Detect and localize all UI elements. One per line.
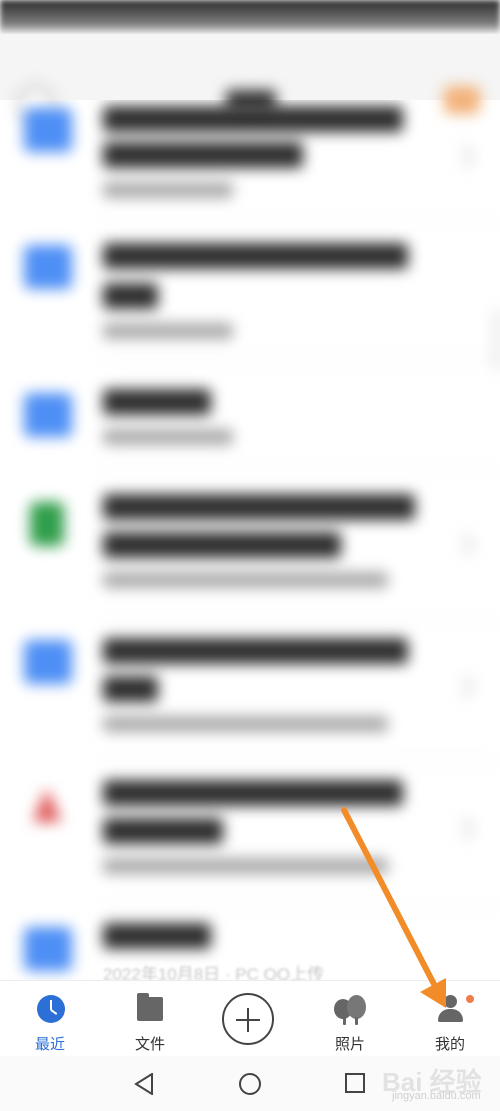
list-item[interactable]	[0, 628, 500, 758]
file-title-line	[103, 142, 303, 168]
divider	[100, 358, 500, 359]
file-title-line	[103, 494, 415, 520]
nav-recent[interactable]: 最近	[0, 981, 100, 1057]
list-item[interactable]	[0, 235, 500, 360]
pdf-icon	[32, 788, 62, 822]
file-meta-text: 2022年10月8日 · PC QQ上传	[103, 965, 325, 980]
status-bar	[0, 0, 500, 34]
chevron-right-icon	[451, 144, 476, 169]
folder-icon	[24, 108, 72, 152]
file-title-line	[103, 389, 211, 415]
nav-label: 照片	[334, 1035, 365, 1053]
file-meta	[103, 572, 388, 588]
divider	[100, 220, 500, 221]
file-title-line	[103, 283, 158, 309]
file-meta	[103, 716, 388, 732]
notification-badge	[466, 995, 474, 1003]
nav-label: 文件	[134, 1035, 165, 1053]
folder-icon	[137, 993, 163, 1021]
divider	[100, 468, 500, 469]
list-item[interactable]	[0, 375, 500, 475]
file-meta	[103, 182, 233, 198]
chevron-right-icon	[451, 816, 476, 841]
folder-icon	[24, 927, 72, 971]
file-meta	[103, 858, 388, 874]
divider	[100, 760, 500, 761]
add-button[interactable]	[222, 993, 274, 1045]
back-icon[interactable]	[134, 1073, 154, 1095]
file-title-line	[103, 780, 403, 806]
scroll-indicator	[494, 310, 500, 370]
file-title-line	[103, 676, 158, 702]
title-bar	[0, 34, 500, 124]
file-title-line	[103, 818, 223, 844]
spreadsheet-icon	[30, 502, 64, 546]
file-title-line	[103, 243, 408, 269]
recents-icon[interactable]	[345, 1073, 365, 1093]
folder-icon	[24, 640, 72, 684]
nav-label: 最近	[34, 1035, 65, 1053]
watermark-url: jingyan.baidu.com	[392, 1090, 481, 1102]
nav-label: 我的	[434, 1035, 465, 1053]
list-item[interactable]	[0, 100, 500, 230]
person-icon	[436, 995, 464, 1023]
clock-icon	[37, 995, 65, 1023]
nav-mine[interactable]: 我的	[400, 981, 500, 1057]
file-title-line	[103, 923, 211, 949]
file-meta	[103, 429, 233, 445]
folder-icon	[24, 245, 72, 289]
file-title-line	[103, 532, 341, 558]
watermark: Bai 经验 jingyan.baidu.com	[380, 1060, 500, 1106]
chevron-right-icon	[451, 532, 476, 557]
nav-files[interactable]: 文件	[100, 981, 200, 1057]
folder-icon	[24, 393, 72, 437]
file-meta	[103, 323, 233, 339]
chevron-right-icon	[451, 674, 476, 699]
divider	[100, 620, 500, 621]
nav-photos[interactable]: 照片	[300, 981, 400, 1057]
file-list: 2022年10月8日 · PC QQ上传	[0, 100, 500, 980]
file-title-line	[103, 638, 408, 664]
bottom-nav: 最近 文件 照片 我的	[0, 980, 500, 1057]
photo-icon	[334, 995, 366, 1025]
list-item[interactable]	[0, 488, 500, 618]
home-icon[interactable]	[239, 1073, 261, 1095]
divider	[100, 906, 500, 907]
file-title-line	[103, 106, 403, 132]
list-item[interactable]	[0, 772, 500, 902]
